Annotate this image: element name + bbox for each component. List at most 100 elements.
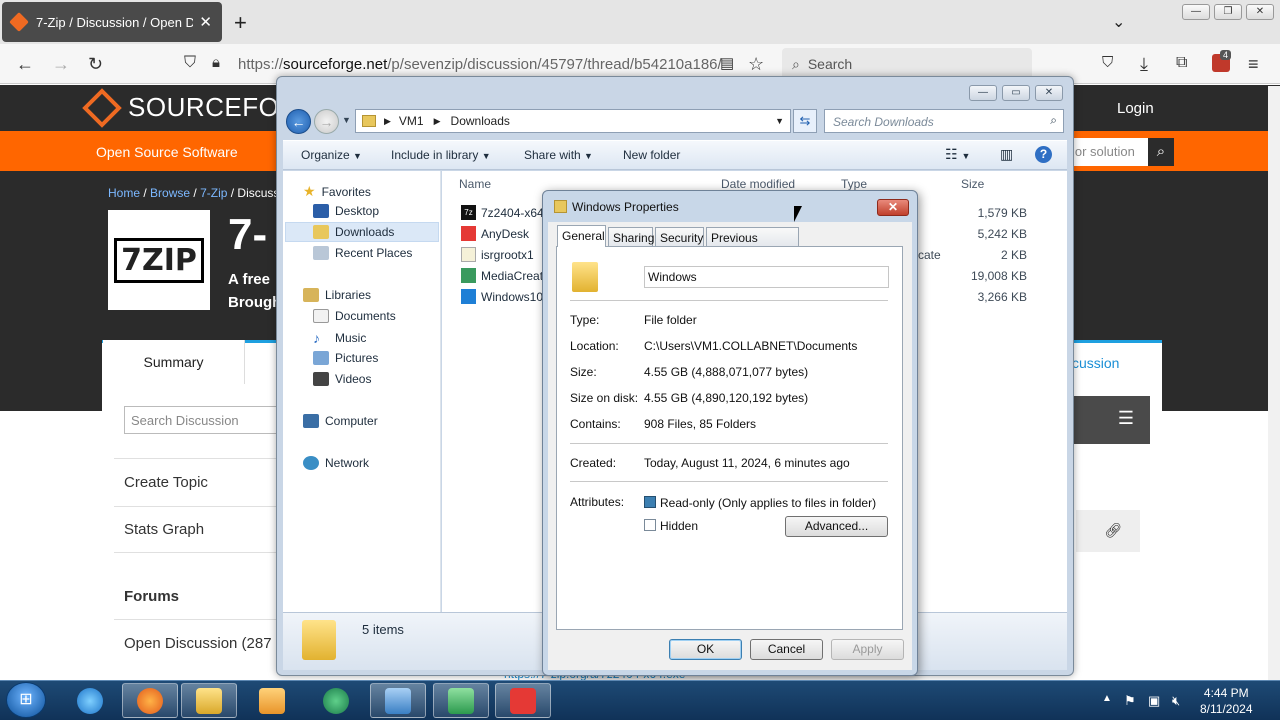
- tab-summary[interactable]: Summary: [103, 340, 245, 384]
- sf-logo[interactable]: SOURCEFOR: [82, 87, 299, 128]
- nav-pictures[interactable]: Pictures: [313, 351, 378, 365]
- advanced-button[interactable]: Advanced...: [785, 516, 888, 537]
- bookmark-star-icon[interactable]: ☆: [748, 54, 764, 75]
- hidden-checkbox[interactable]: [644, 519, 656, 531]
- list-item[interactable]: Windows10: [461, 289, 543, 304]
- nav-computer[interactable]: Computer: [303, 414, 378, 428]
- lock-icon[interactable]: 🔒︎: [212, 54, 220, 71]
- volume-muted-icon[interactable]: 🔇︎: [1172, 693, 1180, 709]
- create-topic-link[interactable]: Create Topic: [124, 474, 208, 491]
- tab-security[interactable]: Security: [655, 227, 704, 247]
- list-item[interactable]: 7z 7z2404-x64: [461, 205, 544, 220]
- explorer-back-button[interactable]: ←: [286, 109, 311, 134]
- sf-search-icon[interactable]: ⌕: [1148, 138, 1174, 166]
- nav-libraries[interactable]: Libraries: [303, 288, 371, 302]
- nav-videos[interactable]: Videos: [313, 372, 371, 386]
- list-item[interactable]: MediaCreat: [461, 268, 543, 283]
- organize-menu[interactable]: Organize ▼: [301, 148, 362, 162]
- extensions-icon[interactable]: ⧉: [1176, 54, 1187, 72]
- reload-icon[interactable]: ↻: [88, 54, 103, 75]
- explorer-maximize-button[interactable]: ▭: [1002, 85, 1030, 101]
- page-scrollbar[interactable]: [1268, 86, 1280, 680]
- open-source-software-link[interactable]: Open Source Software: [96, 144, 238, 160]
- crumb-downloads[interactable]: Downloads: [451, 114, 510, 128]
- nav-network[interactable]: Network: [303, 456, 369, 470]
- restore-browser-button[interactable]: ❐: [1214, 4, 1242, 20]
- nav-documents[interactable]: Documents: [313, 309, 396, 323]
- apply-button[interactable]: Apply: [831, 639, 904, 660]
- col-date[interactable]: Date modified: [721, 177, 795, 191]
- share-with-menu[interactable]: Share with ▼: [524, 148, 593, 162]
- close-tab-icon[interactable]: ✕: [199, 13, 212, 31]
- login-link[interactable]: Login: [1117, 100, 1154, 117]
- crumb-vm1[interactable]: VM1: [399, 114, 424, 128]
- crumb-browse[interactable]: Browse: [150, 186, 190, 200]
- rss-icon[interactable]: ☰: [1072, 396, 1150, 444]
- list-item[interactable]: isrgrootx1: [461, 247, 534, 262]
- explorer-forward-button[interactable]: →: [314, 109, 339, 134]
- back-icon[interactable]: ←: [16, 54, 34, 75]
- address-bar[interactable]: ▶ VM1 ▶ Downloads ▼: [355, 109, 791, 133]
- taskbar-firefox[interactable]: [122, 683, 178, 718]
- nav-recent-places[interactable]: Recent Places: [313, 246, 412, 260]
- chevron-down-icon[interactable]: ⌄: [1112, 12, 1125, 32]
- pocket-icon[interactable]: ⛉: [1102, 54, 1113, 71]
- search-discussion-input[interactable]: Search Discussion: [124, 406, 284, 434]
- taskbar-media-player[interactable]: [244, 683, 300, 718]
- help-icon[interactable]: ?: [1035, 146, 1052, 163]
- explorer-minimize-button[interactable]: —: [969, 85, 997, 101]
- views-icon[interactable]: ☷ ▼: [945, 146, 970, 163]
- nav-downloads[interactable]: Downloads: [313, 225, 394, 239]
- crumb-7zip[interactable]: 7-Zip: [200, 186, 227, 200]
- tab-sharing[interactable]: Sharing: [608, 227, 654, 247]
- shield-icon[interactable]: ⛉: [184, 54, 196, 72]
- col-size[interactable]: Size: [961, 177, 984, 191]
- tab-previous-versions[interactable]: Previous Versions: [706, 227, 799, 259]
- url-bar[interactable]: https://sourceforge.net/p/sevenzip/discu…: [238, 56, 722, 73]
- browser-tab[interactable]: 7-Zip / Discussion / Open Discu ✕: [2, 2, 222, 42]
- address-dropdown-icon[interactable]: ▼: [775, 116, 784, 126]
- network-tray-icon[interactable]: ▣: [1148, 693, 1160, 709]
- cancel-button[interactable]: Cancel: [750, 639, 823, 660]
- nav-music[interactable]: ♪ Music: [313, 330, 366, 346]
- minimize-browser-button[interactable]: —: [1182, 4, 1210, 20]
- downloads-icon[interactable]: ⤓: [1140, 54, 1148, 75]
- stats-graph-link[interactable]: Stats Graph: [124, 521, 204, 538]
- clock[interactable]: 4:44 PM 8/11/2024: [1200, 685, 1253, 717]
- taskbar-app[interactable]: [308, 683, 364, 718]
- list-item[interactable]: AnyDesk: [461, 226, 529, 241]
- close-browser-button[interactable]: ✕: [1246, 4, 1274, 20]
- taskbar-explorer[interactable]: [181, 683, 237, 718]
- taskbar-ie[interactable]: [62, 683, 118, 718]
- menu-icon[interactable]: ≡: [1248, 54, 1259, 75]
- start-button[interactable]: ⊞: [6, 682, 46, 718]
- taskbar-control-panel[interactable]: [370, 683, 426, 718]
- crumb-home[interactable]: Home: [108, 186, 140, 200]
- explorer-search-input[interactable]: Search Downloads ⌕: [824, 109, 1064, 133]
- nav-desktop[interactable]: Desktop: [313, 204, 379, 218]
- explorer-close-button[interactable]: ✕: [1035, 85, 1063, 101]
- taskbar-anydesk[interactable]: [495, 683, 551, 718]
- dialog-close-button[interactable]: ✕: [877, 199, 909, 216]
- ok-button[interactable]: OK: [669, 639, 742, 660]
- col-name[interactable]: Name: [459, 177, 491, 191]
- col-type[interactable]: Type: [841, 177, 867, 191]
- reader-view-icon[interactable]: ▤: [720, 54, 734, 72]
- readonly-label[interactable]: Read-only (Only applies to files in fold…: [660, 496, 876, 510]
- history-dropdown-icon[interactable]: ▼: [342, 115, 351, 125]
- action-center-icon[interactable]: ⚑: [1124, 693, 1136, 709]
- preview-pane-icon[interactable]: ▥: [1000, 146, 1013, 163]
- hidden-label[interactable]: Hidden: [660, 519, 698, 533]
- tab-discussion[interactable]: cussion: [1072, 355, 1119, 371]
- tab-general[interactable]: General: [557, 225, 606, 247]
- readonly-checkbox[interactable]: [644, 496, 656, 508]
- folder-name-field[interactable]: Windows: [644, 266, 889, 288]
- include-library-menu[interactable]: Include in library ▼: [391, 148, 491, 162]
- forward-icon[interactable]: →: [52, 54, 70, 75]
- refresh-icon[interactable]: ⇆: [793, 109, 817, 133]
- nav-favorites[interactable]: ★ Favorites: [303, 183, 371, 200]
- taskbar-installer[interactable]: [433, 683, 489, 718]
- permalink-icon[interactable]: 🔗︎: [1076, 510, 1140, 552]
- open-discussion-link[interactable]: Open Discussion (287: [124, 635, 272, 652]
- show-hidden-icons[interactable]: ▲: [1102, 693, 1112, 704]
